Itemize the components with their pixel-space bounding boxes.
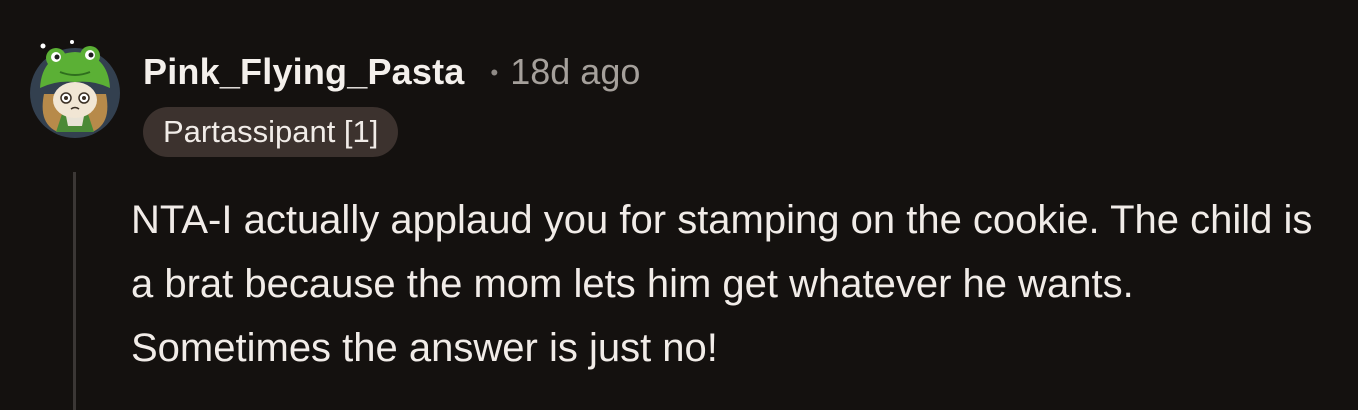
frog-hat-avatar-icon — [30, 40, 120, 138]
user-avatar[interactable] — [24, 36, 126, 138]
author-username[interactable]: Pink_Flying_Pasta — [143, 51, 465, 93]
meta-separator: • — [490, 60, 499, 85]
comment-timestamp[interactable]: 18d ago — [510, 51, 640, 93]
user-flair-badge[interactable]: Partassipant [1] — [143, 107, 399, 157]
comment-header: Pink_Flying_Pasta • 18d ago — [143, 48, 640, 96]
comment-body: NTA-I actually applaud you for stamping … — [131, 188, 1336, 380]
comment-body-text: NTA-I actually applaud you for stamping … — [131, 198, 1313, 370]
comment: Pink_Flying_Pasta • 18d ago Partassipant… — [0, 0, 1358, 410]
thread-collapse-line[interactable] — [73, 172, 76, 410]
